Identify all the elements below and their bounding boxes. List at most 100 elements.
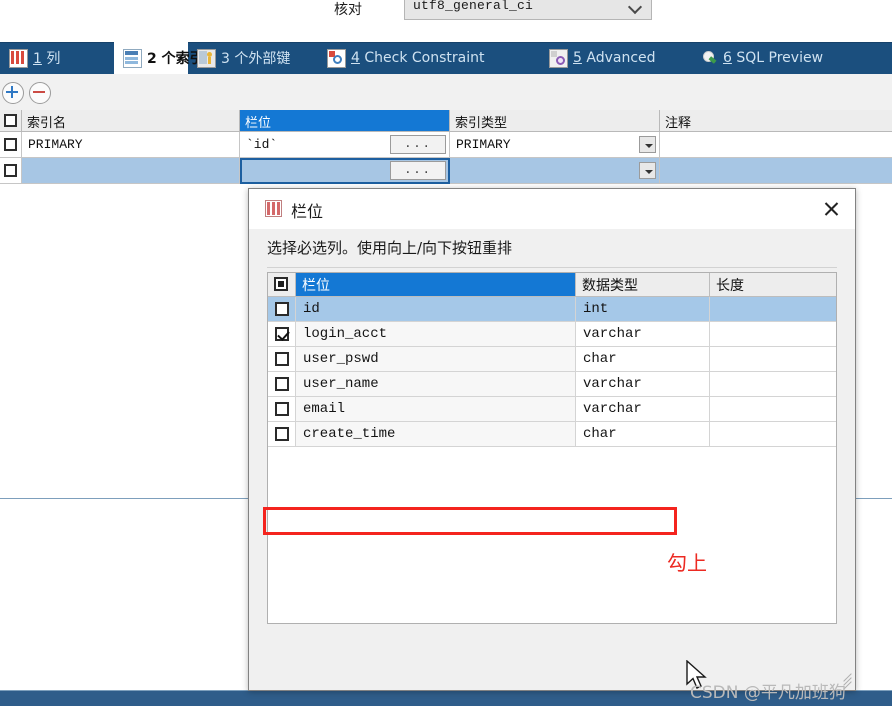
- app-window: 核对 utf8_general_ci 1 列 2 个索引 3 个外部键 4 Ch…: [0, 0, 892, 706]
- index-grid-header-checkbox-cell[interactable]: [0, 110, 22, 132]
- index-grid-col-comment[interactable]: 注释: [660, 110, 892, 132]
- dialog-hint-text: 选择必选列。使用向上/向下按钮重排: [267, 239, 513, 257]
- field-name: user_pswd: [296, 347, 576, 372]
- collation-label: 核对: [334, 2, 362, 18]
- table-row[interactable]: PRIMARY `id` ... PRIMARY: [0, 132, 892, 158]
- field-checkbox[interactable]: [275, 377, 289, 391]
- field-name: create_time: [296, 422, 576, 447]
- field-checkbox-cell[interactable]: [268, 297, 296, 322]
- row-checkbox[interactable]: [4, 164, 17, 177]
- tab-sql-label: SQL Preview: [736, 50, 824, 66]
- field-checkbox-cell[interactable]: [268, 372, 296, 397]
- field-length: [710, 322, 836, 347]
- tab-advanced[interactable]: 5 Advanced: [540, 42, 680, 74]
- collation-value: utf8_general_ci: [413, 0, 534, 13]
- active-cell-focus-outline: [240, 158, 450, 184]
- collation-select[interactable]: utf8_general_ci: [404, 0, 652, 20]
- select-all-checkbox[interactable]: [4, 114, 17, 127]
- field-checkbox[interactable]: [275, 302, 289, 316]
- list-item[interactable]: create_time char: [268, 422, 836, 447]
- field-length: [710, 297, 836, 322]
- field-length: [710, 397, 836, 422]
- field-datatype: varchar: [576, 372, 710, 397]
- tab-columns-label: 列: [46, 51, 61, 67]
- select-all-checkbox[interactable]: [274, 277, 288, 291]
- tab-check-constraint[interactable]: 4 Check Constraint: [318, 42, 526, 74]
- field-length: [710, 422, 836, 447]
- field-name: login_acct: [296, 322, 576, 347]
- annotation-text: 勾上: [667, 551, 707, 575]
- chevron-down-icon: [630, 2, 642, 9]
- field-name: id: [296, 297, 576, 322]
- list-item[interactable]: user_name varchar: [268, 372, 836, 397]
- index-fields-browse-button[interactable]: ...: [390, 135, 446, 154]
- index-type-dropdown-arrow[interactable]: [639, 136, 656, 153]
- index-type-cell[interactable]: [450, 158, 660, 184]
- tab-fk-num: 3: [221, 51, 230, 67]
- collation-row: 核对 utf8_general_ci: [0, 0, 892, 22]
- field-datatype: char: [576, 422, 710, 447]
- field-checkbox-cell[interactable]: [268, 397, 296, 422]
- index-grid-header: 索引名 栏位 索引类型 注释: [0, 110, 892, 132]
- check-constraint-icon: [327, 48, 346, 68]
- plus-circle-icon[interactable]: [2, 82, 24, 104]
- field-datatype: char: [576, 347, 710, 372]
- index-grid: 索引名 栏位 索引类型 注释 PRIMARY `id` ... PRIMARY: [0, 110, 892, 185]
- field-name: email: [296, 397, 576, 422]
- tab-indexes-num: 2: [147, 51, 157, 67]
- index-comment-cell[interactable]: [660, 158, 892, 184]
- tab-indexes[interactable]: 2 个索引: [114, 42, 204, 74]
- field-list: 栏位 数据类型 长度 id int login_acct varchar use…: [267, 272, 837, 624]
- index-comment-cell[interactable]: [660, 132, 892, 158]
- field-checkbox-cell[interactable]: [268, 347, 296, 372]
- index-grid-col-type[interactable]: 索引类型: [450, 110, 660, 132]
- row-checkbox-cell[interactable]: [0, 132, 22, 158]
- index-grid-col-fields[interactable]: 栏位: [240, 110, 450, 132]
- minus-circle-icon[interactable]: [29, 82, 51, 104]
- field-selector-dialog: 栏位 选择必选列。使用向上/向下按钮重排 栏位 数据类型 长度 id int l…: [248, 188, 856, 691]
- field-checkbox-cell[interactable]: [268, 422, 296, 447]
- field-checkbox[interactable]: [275, 352, 289, 366]
- field-list-select-all-cell[interactable]: [268, 273, 296, 297]
- tab-sql-preview[interactable]: 6 SQL Preview: [692, 42, 860, 74]
- field-checkbox[interactable]: [275, 427, 289, 441]
- field-name: user_name: [296, 372, 576, 397]
- dialog-separator: [267, 267, 837, 268]
- index-type-value: PRIMARY: [456, 137, 511, 152]
- close-icon[interactable]: [815, 195, 847, 223]
- tab-foreign-keys[interactable]: 3 个外部键: [188, 42, 318, 74]
- watermark: CSDN @平凡加班狗: [690, 683, 846, 703]
- row-checkbox-cell[interactable]: [0, 158, 22, 184]
- index-name-cell[interactable]: PRIMARY: [22, 132, 240, 158]
- index-name-cell[interactable]: [22, 158, 240, 184]
- advanced-gear-icon: [549, 48, 568, 68]
- tab-check-num: 4: [351, 50, 360, 66]
- list-item[interactable]: login_acct varchar: [268, 322, 836, 347]
- tab-columns[interactable]: 1 列: [0, 42, 114, 74]
- field-checkbox[interactable]: [275, 402, 289, 416]
- list-item[interactable]: email varchar: [268, 397, 836, 422]
- field-length: [710, 372, 836, 397]
- dialog-title-bar: 栏位: [249, 189, 855, 229]
- field-list-header: 栏位 数据类型 长度: [268, 273, 836, 297]
- field-list-col-length[interactable]: 长度: [710, 273, 836, 297]
- tab-columns-num: 1: [33, 51, 42, 67]
- foreign-key-icon: [197, 48, 216, 68]
- list-item[interactable]: user_pswd char: [268, 347, 836, 372]
- field-list-col-field[interactable]: 栏位: [296, 273, 576, 297]
- tab-advanced-label: Advanced: [586, 50, 656, 66]
- row-checkbox[interactable]: [4, 138, 17, 151]
- columns-icon: [9, 48, 28, 68]
- tab-strip: 1 列 2 个索引 3 个外部键 4 Check Constraint 5 Ad…: [0, 42, 892, 74]
- index-type-dropdown-arrow[interactable]: [639, 162, 656, 179]
- index-fields-cell[interactable]: `id` ...: [240, 132, 450, 158]
- field-datatype: varchar: [576, 397, 710, 422]
- field-list-col-datatype[interactable]: 数据类型: [576, 273, 710, 297]
- sql-preview-icon: [701, 50, 718, 67]
- list-item[interactable]: id int: [268, 297, 836, 322]
- field-checkbox-cell[interactable]: [268, 322, 296, 347]
- tab-check-label: Check Constraint: [364, 50, 485, 66]
- index-type-cell[interactable]: PRIMARY: [450, 132, 660, 158]
- field-checkbox[interactable]: [275, 327, 290, 341]
- index-grid-col-name[interactable]: 索引名: [22, 110, 240, 132]
